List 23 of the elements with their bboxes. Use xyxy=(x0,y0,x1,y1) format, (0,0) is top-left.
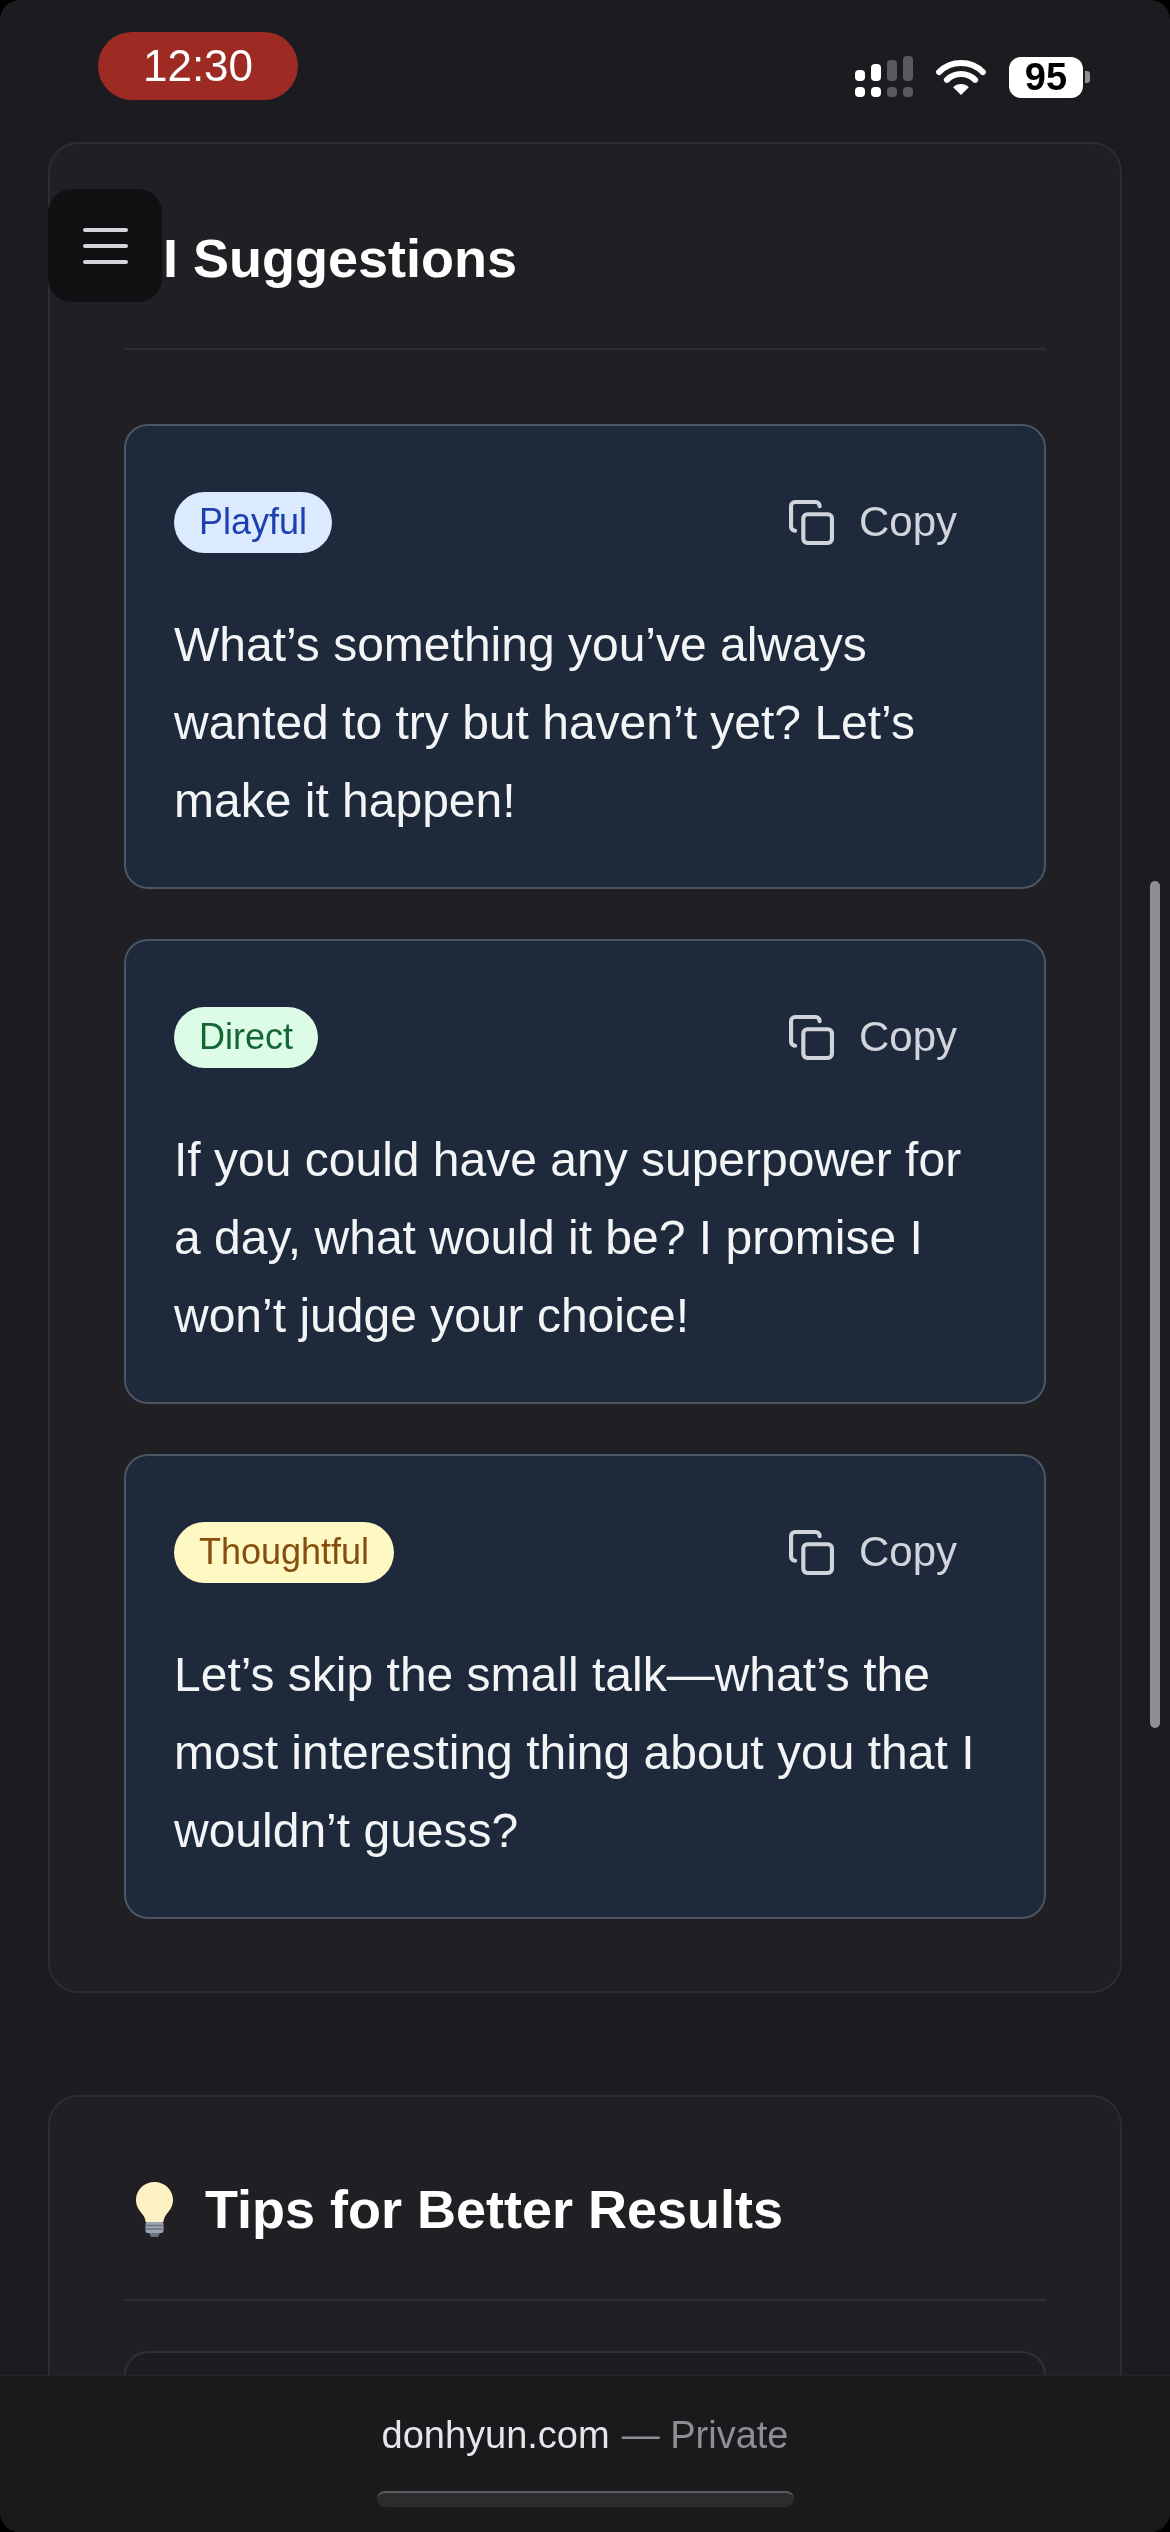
tone-tag: Playful xyxy=(174,491,333,553)
signal-icon xyxy=(855,56,913,98)
copy-button[interactable]: Copy xyxy=(756,480,989,564)
suggestion-text: What’s something you’ve always wanted to try but haven’t yet? Let’s make it happen! xyxy=(174,617,916,829)
suggestion-text: If you could have any superpower for a day, what would it be? I promise I won’t judge your choice! xyxy=(174,1132,963,1344)
copy-icon xyxy=(788,1014,834,1060)
lightbulb-icon xyxy=(134,2180,175,2238)
battery-indicator: 95 xyxy=(1009,56,1090,98)
suggestion-text: Let’s skip the small talk—what’s the most interesting thing about you that I wouldn’t guess? xyxy=(174,1647,976,1859)
panel-title: Tips for Better Results xyxy=(205,2178,784,2241)
menu-icon xyxy=(82,227,128,264)
copy-button[interactable]: Copy xyxy=(756,1510,989,1594)
domain-text: donhyun.com xyxy=(381,2413,610,2457)
panel-title: I Suggestions xyxy=(163,227,518,290)
status-time: 12:30 xyxy=(98,32,298,100)
tone-tag: Direct xyxy=(174,1006,318,1068)
wifi-icon xyxy=(935,58,987,96)
menu-button[interactable] xyxy=(48,189,162,302)
private-label: — Private xyxy=(621,2413,789,2457)
copy-icon xyxy=(788,1529,834,1575)
tone-tag: Thoughtful xyxy=(174,1521,395,1583)
copy-icon xyxy=(788,499,834,545)
copy-button[interactable]: Copy xyxy=(756,995,989,1079)
